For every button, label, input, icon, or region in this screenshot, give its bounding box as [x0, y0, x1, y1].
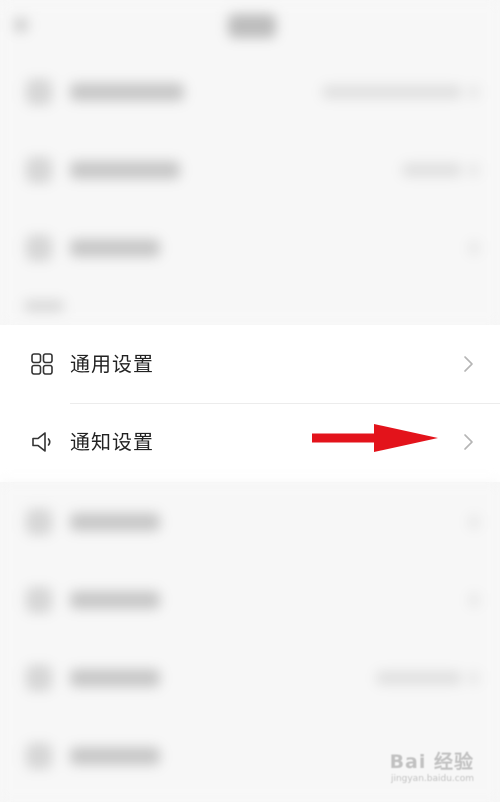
blurred-row	[0, 52, 500, 130]
baidu-jingyan-watermark: Bai 经验 jingyan.baidu.com	[390, 747, 474, 784]
blurred-label	[70, 591, 160, 609]
blurred-label	[70, 161, 180, 179]
blurred-row	[0, 560, 500, 638]
settings-item-label: 通知设置	[70, 430, 154, 454]
settings-item-label: 通用设置	[70, 352, 154, 376]
settings-page: 通用设置 通知设置 Bai 经验 jingyan.baidu.com	[0, 0, 500, 802]
blurred-item-icon	[26, 665, 52, 691]
blurred-item-icon	[26, 235, 52, 261]
blurred-section-label	[24, 300, 64, 312]
blurred-item-icon	[26, 743, 52, 769]
blurred-top-region	[0, 0, 500, 325]
speaker-icon	[32, 432, 51, 452]
blurred-item-icon	[26, 509, 52, 535]
chevron-right-icon	[464, 434, 473, 450]
settings-item-general[interactable]: 通用设置	[0, 325, 500, 404]
watermark-url: jingyan.baidu.com	[390, 774, 474, 784]
watermark-text: Bai 经验	[389, 751, 474, 773]
settings-card: 通用设置 通知设置	[0, 325, 500, 482]
blurred-value	[376, 671, 462, 685]
header-placeholder	[0, 0, 500, 52]
chevron-right-icon	[470, 671, 478, 685]
blurred-row	[0, 130, 500, 208]
blurred-value	[322, 85, 462, 99]
blurred-label	[70, 669, 160, 687]
chevron-right-icon	[464, 356, 473, 372]
blurred-label	[70, 239, 160, 257]
chevron-right-icon	[470, 241, 478, 255]
blurred-label	[70, 513, 160, 531]
blurred-item-icon	[26, 79, 52, 105]
blurred-section-header	[0, 286, 500, 325]
blurred-label	[70, 747, 160, 765]
back-icon	[14, 18, 28, 32]
blurred-item-icon	[26, 157, 52, 183]
blurred-label	[70, 83, 184, 101]
blurred-row	[0, 638, 500, 716]
blurred-row	[0, 482, 500, 560]
page-title-placeholder	[228, 14, 276, 38]
grid-icon	[31, 353, 53, 375]
blurred-item-icon	[26, 587, 52, 613]
chevron-right-icon	[470, 163, 478, 177]
blurred-row	[0, 208, 500, 286]
blurred-value	[402, 163, 462, 177]
chevron-right-icon	[470, 515, 478, 529]
chevron-right-icon	[470, 85, 478, 99]
red-arrow-annotation	[312, 424, 438, 452]
chevron-right-icon	[470, 593, 478, 607]
